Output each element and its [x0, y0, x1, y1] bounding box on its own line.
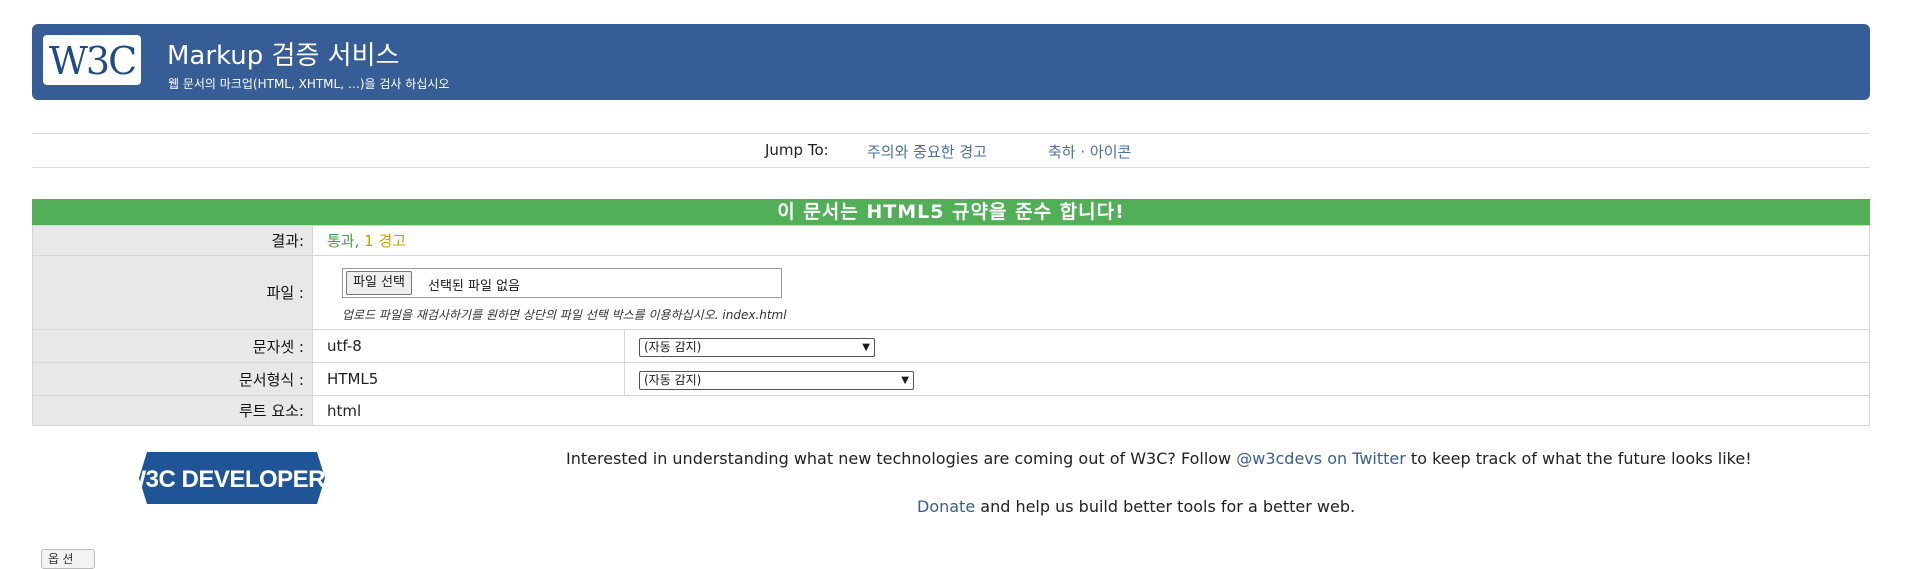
file-hint-text: 업로드 파일을 재검사하기를 원하면 상단의 파일 선택 박스를 이용하십시오.… [342, 308, 787, 322]
doctype-label: 문서형식 : [32, 362, 313, 396]
doctype-value: HTML5 [312, 362, 625, 396]
jump-to-bar: Jump To: 주의와 중요한 경고 축하 · 아이콘 [32, 133, 1870, 168]
w3c-logo-text: W3C [48, 39, 137, 83]
charset-select[interactable]: (자동 감지) ▼ [639, 337, 875, 357]
result-value: 통과, 1 경고 [312, 225, 1870, 256]
footer-text-a: Interested in understanding what new tec… [566, 449, 1237, 468]
chevron-down-icon: ▼ [862, 341, 870, 353]
chevron-down-icon: ▼ [901, 374, 909, 386]
options-button[interactable]: 옵 션 [41, 549, 95, 569]
file-label: 파일 : [32, 255, 313, 330]
charset-select-value: (자동 감지) [644, 339, 702, 354]
file-cell: 파일 선택 선택된 파일 없음 업로드 파일을 재검사하기를 원하면 상단의 파… [312, 255, 1870, 330]
footer-text-b: to keep track of what the future looks l… [1405, 449, 1752, 468]
jump-link-congrats[interactable]: 축하 · 아이콘 [1048, 141, 1131, 162]
charset-label: 문자셋 : [32, 329, 313, 363]
result-warning-link[interactable]: 1 경고 [364, 232, 406, 250]
file-input[interactable]: 파일 선택 선택된 파일 없음 [342, 268, 782, 298]
charset-value: utf-8 [312, 329, 625, 363]
w3c-developers-logo[interactable]: W3C DEVELOPERS [139, 452, 325, 504]
donate-link[interactable]: Donate [917, 497, 975, 516]
footer-donate-rest: and help us build better tools for a bet… [975, 497, 1356, 516]
table-row-result: 결과: 통과, 1 경고 [32, 225, 1870, 256]
table-row-root: 루트 요소: html [32, 395, 1870, 426]
table-row-doctype: 문서형식 : HTML5 (자동 감지) ▼ [32, 362, 1870, 396]
jump-to-label: Jump To: [765, 141, 829, 159]
page-subtitle: 웹 문서의 마크업(HTML, XHTML, …)을 검사 하십시오 [168, 77, 450, 91]
w3c-logo[interactable]: W3C [43, 35, 141, 85]
page-title: Markup 검증 서비스 [167, 41, 400, 71]
result-table: 결과: 통과, 1 경고 파일 : 파일 선택 선택된 파일 없음 업로드 파일… [32, 225, 1870, 426]
footer-donate-text: Donate and help us build better tools fo… [917, 497, 1355, 516]
charset-select-cell: (자동 감지) ▼ [624, 329, 1870, 363]
doctype-select[interactable]: (자동 감지) ▼ [639, 370, 914, 390]
doctype-select-value: (자동 감지) [644, 372, 702, 387]
result-banner: 이 문서는 HTML5 규약을 준수 합니다! [32, 199, 1870, 225]
result-label: 결과: [32, 225, 313, 256]
jump-link-warnings[interactable]: 주의와 중요한 경고 [867, 141, 987, 162]
footer-follow-text: Interested in understanding what new tec… [566, 449, 1752, 468]
file-none-text: 선택된 파일 없음 [428, 279, 520, 294]
twitter-link[interactable]: @w3cdevs on Twitter [1236, 449, 1406, 468]
doctype-select-cell: (자동 감지) ▼ [624, 362, 1870, 396]
root-value: html [312, 395, 1870, 426]
choose-file-button[interactable]: 파일 선택 [346, 271, 412, 295]
result-pass-text: 통과, [327, 232, 360, 250]
dev-logo-text: W3C DEVELOPERS [139, 466, 325, 493]
table-row-file: 파일 : 파일 선택 선택된 파일 없음 업로드 파일을 재검사하기를 원하면 … [32, 255, 1870, 330]
header-banner: W3C Markup 검증 서비스 웹 문서의 마크업(HTML, XHTML,… [32, 24, 1870, 100]
root-label: 루트 요소: [32, 395, 313, 426]
table-row-charset: 문자셋 : utf-8 (자동 감지) ▼ [32, 329, 1870, 363]
